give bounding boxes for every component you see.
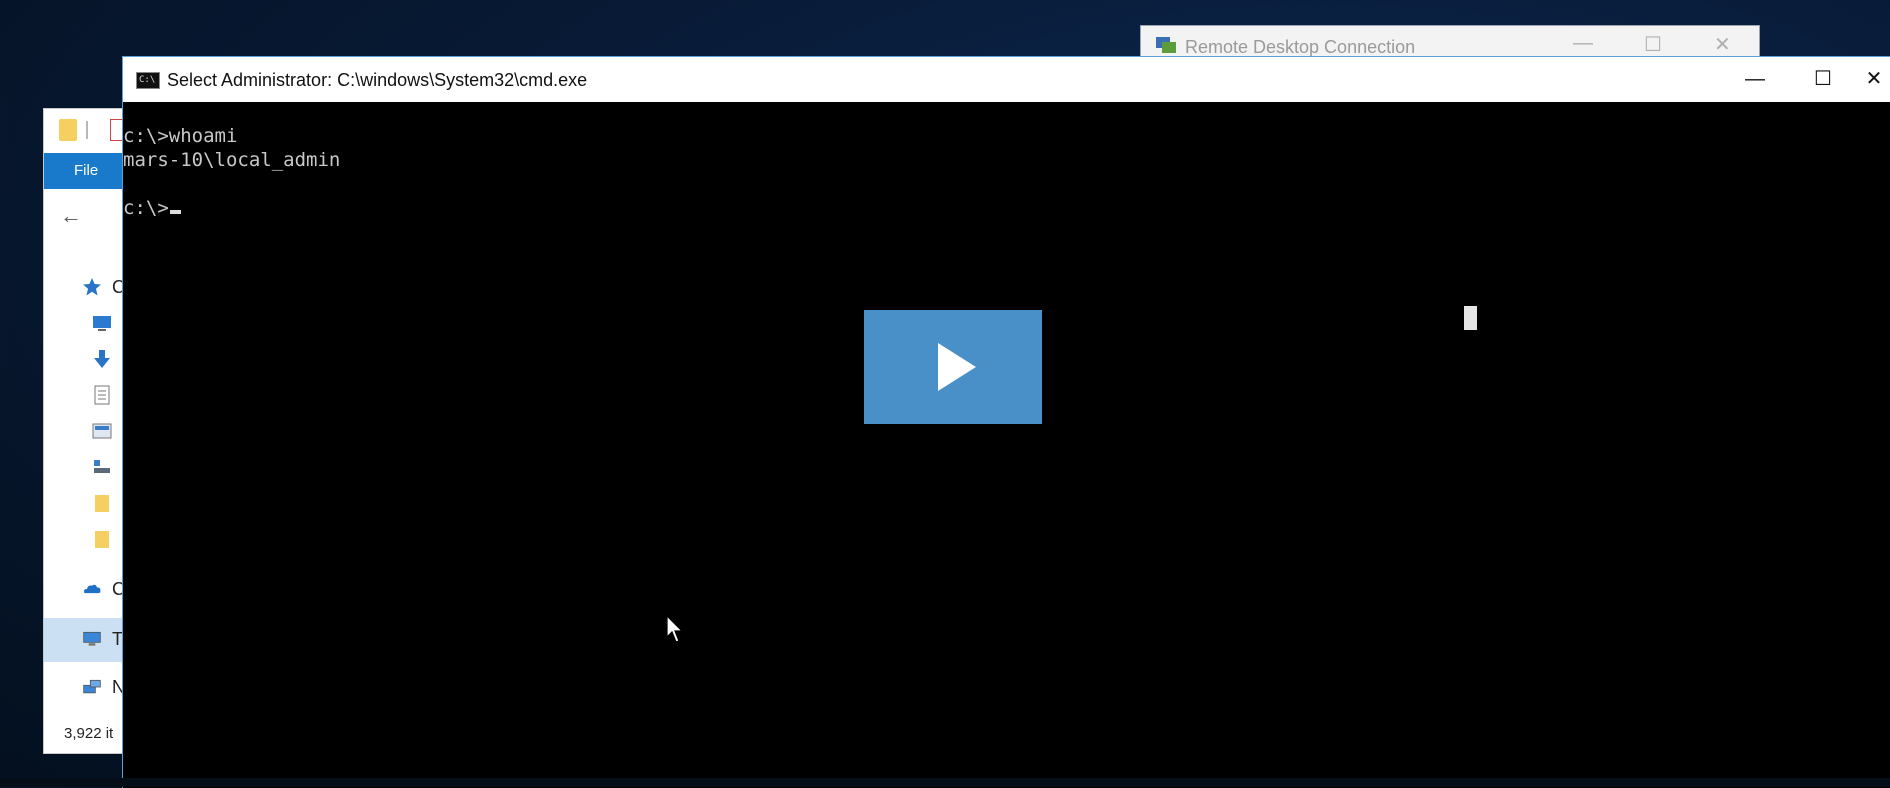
text-cursor [169,210,181,214]
block-caret [1464,306,1477,330]
rdc-maximize-button[interactable]: ☐ [1644,32,1662,57]
maximize-button[interactable]: ☐ [1789,59,1857,99]
file-tab[interactable]: File [74,162,98,179]
folder-icon[interactable] [92,529,112,549]
pictures-icon[interactable] [92,421,112,441]
quick-access-star-icon [83,278,101,296]
quick-access-toolbar [44,109,134,153]
play-icon [938,343,976,391]
desktop-icon[interactable] [92,313,112,333]
cmd-titlebar[interactable]: C:\ Select Administrator: C:\windows\Sys… [123,57,1890,102]
cmd-app-icon-text: C:\ [139,75,156,85]
network-drive-icon[interactable] [92,457,112,477]
rdc-minimize-button[interactable]: — [1573,32,1593,55]
close-button[interactable]: ✕ [1857,59,1890,99]
console-line: mars-10\local_admin [123,149,341,171]
cmd-window-title: Select Administrator: C:\windows\System3… [167,70,588,90]
toolbar-divider [86,121,88,139]
folder-icon [59,119,77,141]
folder-icon[interactable] [92,493,112,513]
console-prompt: c:\> [123,197,169,219]
rdc-close-button[interactable]: ✕ [1714,32,1731,57]
this-pc-icon [83,631,101,646]
play-button[interactable] [864,310,1042,424]
onedrive-icon [84,584,101,594]
downloads-icon[interactable] [92,349,112,369]
network-icon [83,679,101,694]
taskbar-edge [0,778,1890,787]
console-prompt-line[interactable]: c:\> [123,196,181,220]
minimize-button[interactable]: — [1721,59,1789,99]
console-output[interactable]: c:\>whoami mars-10\local_admin c:\> [123,102,1890,788]
item-count-status: 3,922 it [64,725,114,742]
remote-desktop-icon [1156,37,1176,53]
mouse-pointer-icon [666,615,684,643]
console-line: c:\>whoami [123,125,238,147]
back-arrow-icon[interactable]: ← [60,203,82,229]
documents-icon[interactable] [92,385,112,405]
cmd-app-icon: C:\ [136,72,160,89]
remote-desktop-title: Remote Desktop Connection [1185,37,1416,57]
